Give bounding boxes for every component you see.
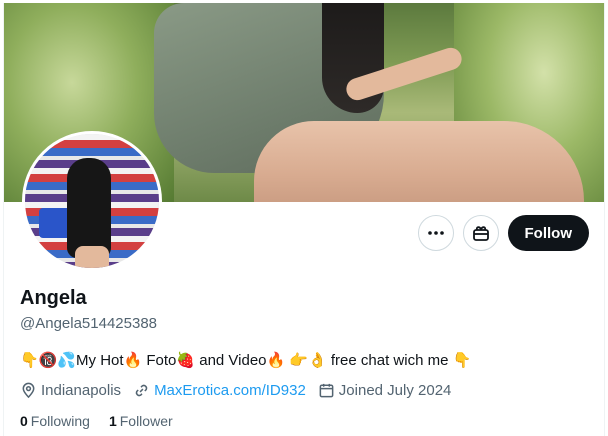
- following-label: Following: [30, 413, 90, 429]
- avatar[interactable]: [22, 131, 162, 271]
- joined-text: Joined July 2024: [338, 382, 452, 399]
- more-button[interactable]: [417, 215, 454, 251]
- location-text: Indianapolis: [41, 382, 122, 399]
- followers-link[interactable]: 1 Follower: [109, 413, 173, 429]
- website-item[interactable]: MaxErotica.com/ID932: [133, 382, 306, 399]
- profile-bio: 👇🔞💦My Hot🔥 Foto🍓 and Video🔥 👉👌 free chat…: [20, 352, 472, 369]
- followers-count: 1: [108, 413, 117, 429]
- link-icon: [133, 382, 150, 399]
- location-item: Indianapolis: [20, 382, 121, 399]
- profile-handle: @Angela514425388: [20, 315, 158, 332]
- banner-leg: [254, 121, 584, 202]
- profile-name: Angela: [20, 287, 87, 309]
- profile-page: Follow Angela @Angela514425388 👇🔞💦My Hot…: [3, 3, 605, 436]
- website-link[interactable]: MaxErotica.com/ID932: [154, 382, 306, 399]
- avatar-legs: [75, 246, 109, 268]
- following-link[interactable]: 0 Following: [20, 413, 90, 429]
- follow-button[interactable]: Follow: [507, 215, 589, 251]
- gift-icon: [472, 224, 490, 242]
- location-icon: [20, 382, 37, 399]
- avatar-person: [67, 158, 111, 258]
- calendar-icon: [318, 382, 335, 399]
- following-count: 0: [20, 413, 28, 429]
- follow-stats: 0 Following 1 Follower: [20, 413, 173, 429]
- joined-item: Joined July 2024: [318, 382, 452, 399]
- more-icon: [427, 224, 445, 242]
- profile-meta: Indianapolis MaxErotica.com/ID932 Joined…: [20, 382, 451, 399]
- gift-button[interactable]: [462, 215, 499, 251]
- followers-label: Follower: [119, 413, 173, 429]
- profile-actions: Follow: [417, 215, 589, 251]
